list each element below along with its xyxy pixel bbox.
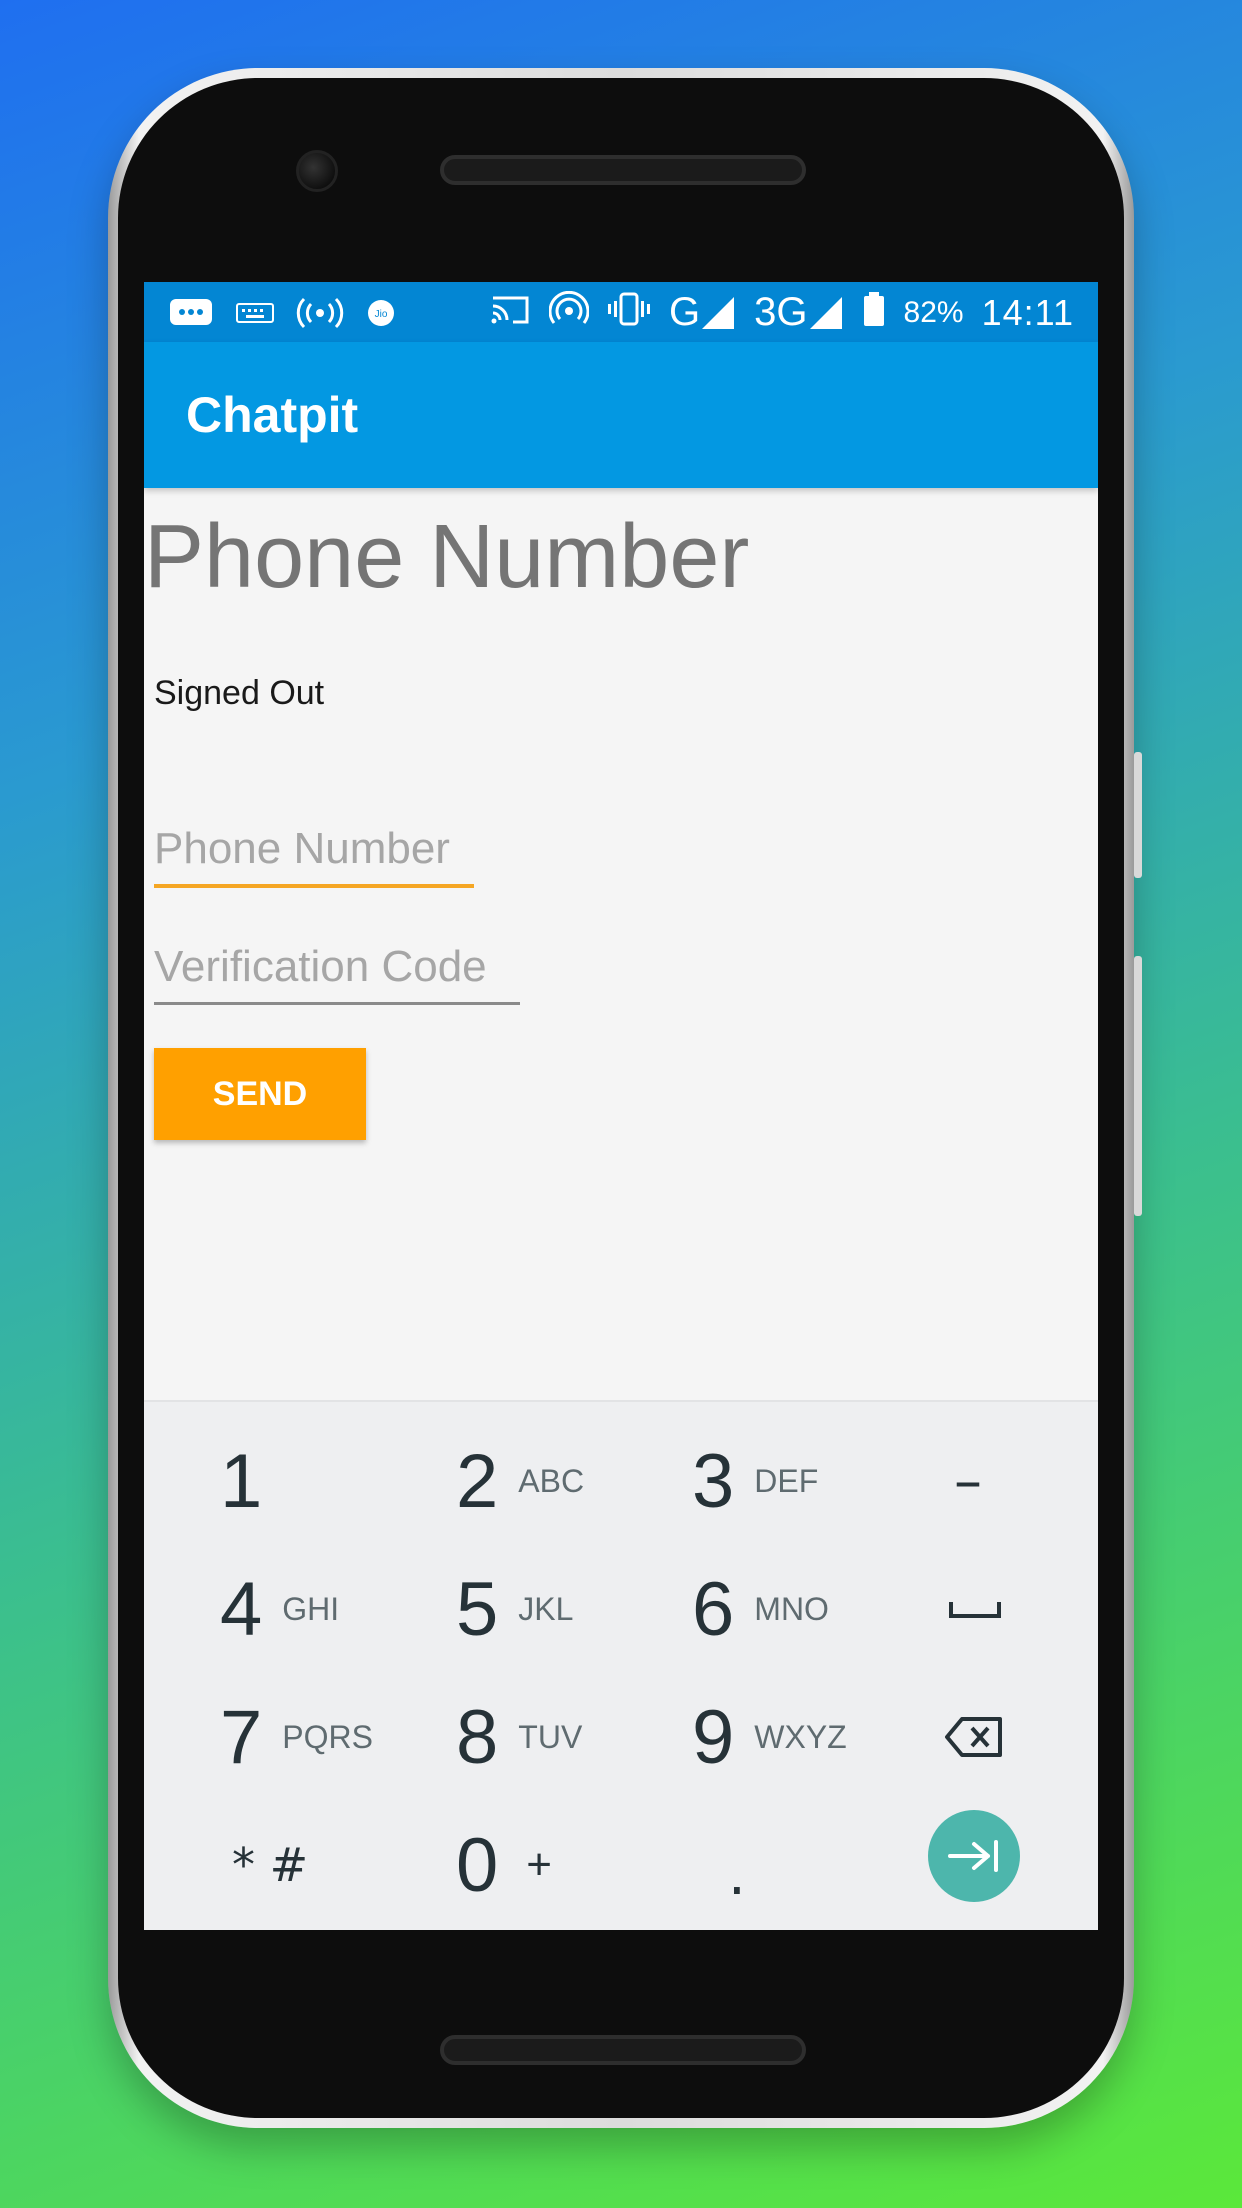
space-key[interactable] <box>948 1554 1002 1664</box>
key-dot[interactable]: . <box>728 1820 746 1930</box>
volume-button <box>1134 956 1142 1216</box>
key-4[interactable]: 4 GHI <box>220 1554 339 1664</box>
app-bar: Chatpit <box>144 342 1098 488</box>
wifi-signal-icon <box>548 290 590 334</box>
front-camera <box>296 150 338 192</box>
numeric-keyboard: 1 2 ABC 3 DEF – 4 GHI 5 JKL 6 MNO 7 PQRS 8 TUV <box>144 1400 1098 1930</box>
power-button <box>1134 752 1142 878</box>
vibrate-icon <box>607 291 651 334</box>
auth-status-text: Signed Out <box>154 674 325 712</box>
signal-icon <box>809 296 842 329</box>
backspace-key[interactable] <box>944 1682 1004 1792</box>
app-title: Chatpit <box>186 387 359 443</box>
backspace-icon <box>945 1717 1002 1757</box>
key-dash[interactable]: – <box>954 1426 982 1536</box>
key-6[interactable]: 6 MNO <box>692 1554 829 1664</box>
key-3[interactable]: 3 DEF <box>692 1426 818 1536</box>
key-star-hash[interactable]: * # <box>232 1810 308 1920</box>
screen: Jio G 3G 82% 14:11 Chatpit Phone Number … <box>144 282 1098 1930</box>
message-icon <box>168 297 214 336</box>
send-button[interactable]: SEND <box>154 1048 366 1140</box>
signal-icon <box>702 296 735 329</box>
phone-number-input[interactable]: Phone Number <box>154 824 474 888</box>
hotspot-icon <box>296 296 344 337</box>
key-1[interactable]: 1 <box>220 1426 262 1536</box>
keyboard-icon <box>236 301 274 332</box>
space-icon <box>949 1602 1001 1618</box>
network-type-2: 3G <box>754 290 843 335</box>
battery-icon <box>862 291 886 334</box>
key-2[interactable]: 2 ABC <box>456 1426 584 1536</box>
svg-text:Jio: Jio <box>375 309 388 320</box>
tab-next-icon <box>948 1840 998 1872</box>
cast-icon <box>489 292 531 333</box>
status-bar: Jio G 3G 82% 14:11 <box>144 282 1098 342</box>
key-0[interactable]: 0 + <box>456 1810 552 1920</box>
clock: 14:11 <box>981 291 1074 333</box>
verification-code-input[interactable]: Verification Code <box>154 942 520 1005</box>
bottom-speaker <box>440 2035 806 2065</box>
key-5[interactable]: 5 JKL <box>456 1554 573 1664</box>
network-type-1: G <box>669 290 736 335</box>
jio-icon: Jio <box>366 298 396 335</box>
page-title: Phone Number <box>144 507 750 607</box>
next-button[interactable] <box>928 1810 1020 1902</box>
battery-percent: 82% <box>903 295 964 329</box>
top-speaker <box>440 155 806 185</box>
key-7[interactable]: 7 PQRS <box>220 1682 373 1792</box>
key-9[interactable]: 9 WXYZ <box>692 1682 847 1792</box>
key-8[interactable]: 8 TUV <box>456 1682 582 1792</box>
